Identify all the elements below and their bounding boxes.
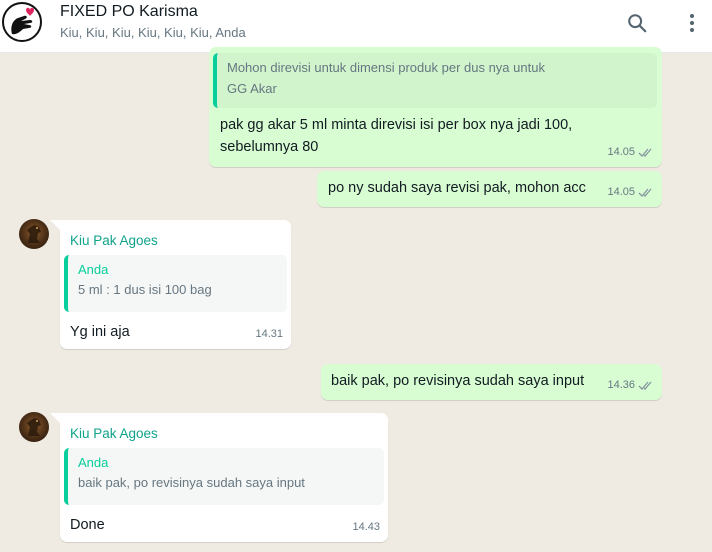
message-meta: 14.36 [607,374,654,396]
message-meta: 14.43 [352,516,380,538]
message-text: baik pak, po revisinya sudah saya input [331,373,585,389]
message-text: Done [70,517,105,533]
bubble-tail [50,413,60,423]
message-bubble[interactable]: Kiu Pak Agoes Anda baik pak, po revisiny… [60,413,388,542]
message-text: Yg ini aja [70,324,130,340]
quoted-text: baik pak, po revisinya sudah saya input [78,475,305,490]
search-icon[interactable] [624,10,650,36]
message-bubble[interactable]: Mohon direvisi untuk dimensi produk per … [209,47,662,167]
quoted-message[interactable]: Mohon direvisi untuk dimensi produk per … [213,53,657,108]
chat-header[interactable]: FIXED PO Karisma Kiu, Kiu, Kiu, Kiu, Kiu… [0,0,712,53]
participants-list[interactable]: Kiu, Kiu, Kiu, Kiu, Kiu, Kiu, Anda [60,25,246,40]
double-check-icon [638,188,652,197]
double-check-icon [638,381,652,390]
message-time: 14.36 [607,379,635,391]
message-text-line: pak gg akar 5 ml minta direvisi isi per … [220,117,573,133]
message-bubble[interactable]: baik pak, po revisinya sudah saya input … [321,364,662,400]
chat-title[interactable]: FIXED PO Karisma [60,3,198,21]
message-meta: 14.05 [607,181,654,203]
message-text: pak gg akar 5 ml minta direvisi isi per … [220,114,572,158]
sender-name[interactable]: Kiu Pak Agoes [70,423,158,445]
group-avatar[interactable] [2,2,42,42]
quoted-message[interactable]: Anda baik pak, po revisinya sudah saya i… [64,448,384,505]
message-time: 14.31 [255,328,283,340]
quoted-text: GG Akar [227,81,277,96]
quoted-sender: Anda [78,455,109,470]
message-meta: 14.31 [255,323,283,345]
message-time: 14.43 [352,521,380,533]
avatar[interactable] [19,412,49,442]
avatar[interactable] [19,219,49,249]
message-text-line: sebelumnya 80 [220,139,319,155]
horse-icon [27,418,41,436]
chat-area[interactable]: Mohon direvisi untuk dimensi produk per … [0,47,712,552]
message-time: 14.05 [607,186,635,198]
quoted-sender: Anda [78,262,109,277]
finger-heart-icon [11,7,34,35]
message-time: 14.05 [607,146,635,158]
double-check-icon [638,148,652,157]
message-meta: 14.05 [607,141,654,163]
quoted-text: 5 ml : 1 dus isi 100 bag [78,282,212,297]
message-text: po ny sudah saya revisi pak, mohon acc [328,180,586,196]
bubble-tail [50,220,60,230]
sender-name[interactable]: Kiu Pak Agoes [70,230,158,252]
horse-icon [27,225,41,243]
message-bubble[interactable]: po ny sudah saya revisi pak, mohon acc 1… [317,171,662,207]
quoted-text: Mohon direvisi untuk dimensi produk per … [227,60,545,75]
more-vert-icon[interactable] [679,10,705,36]
message-bubble[interactable]: Kiu Pak Agoes Anda 5 ml : 1 dus isi 100 … [60,220,291,349]
quoted-message[interactable]: Anda 5 ml : 1 dus isi 100 bag [64,255,287,312]
